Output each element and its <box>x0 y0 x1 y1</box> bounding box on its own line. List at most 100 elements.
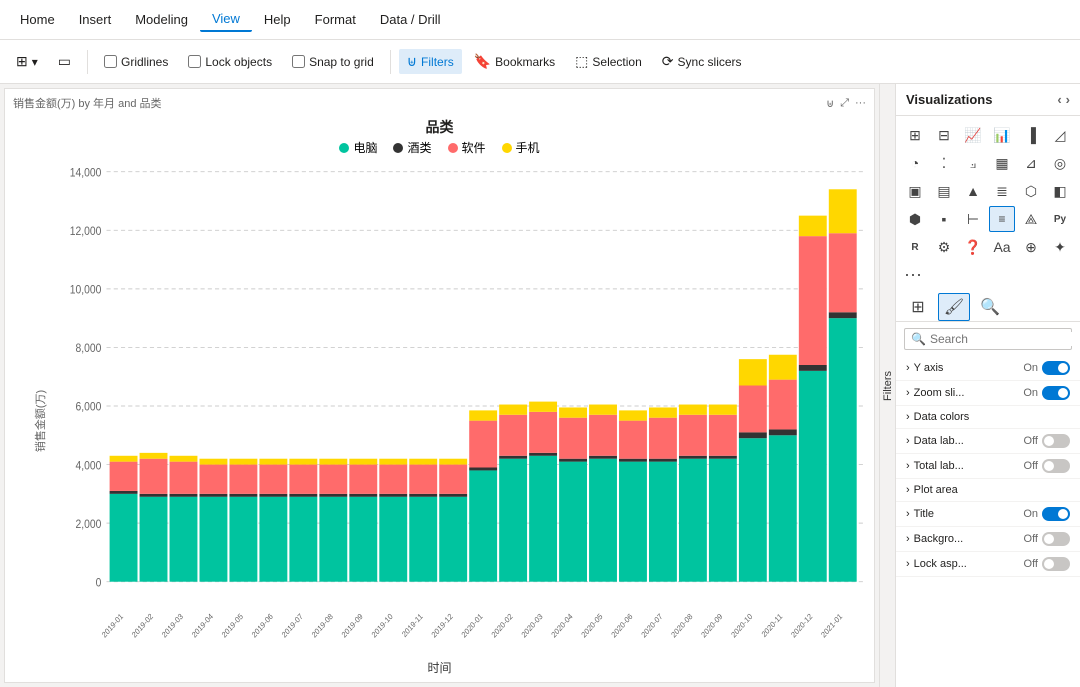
snap-to-grid-checkbox[interactable] <box>292 55 305 68</box>
search-input[interactable] <box>930 332 1080 346</box>
panel-back-icon[interactable]: ‹ <box>1057 92 1061 107</box>
prop-background-control[interactable]: Off <box>1024 532 1070 546</box>
prop-zoom-control[interactable]: On <box>1023 386 1070 400</box>
vis-tab-format[interactable]: 🖌 <box>938 293 970 321</box>
vis-tab-fields[interactable]: ⊞ <box>902 293 934 321</box>
total-labels-toggle[interactable] <box>1042 459 1070 473</box>
vis-icon-multirow-card[interactable]: ▤ <box>931 178 957 204</box>
svg-text:2019-06: 2019-06 <box>250 612 275 640</box>
vis-icon-treemap[interactable]: ▪ <box>931 206 957 232</box>
selection-button[interactable]: ⬚ Selection <box>567 49 650 74</box>
vis-icons-more[interactable]: ··· <box>896 260 1080 289</box>
gridlines-toggle[interactable]: Gridlines <box>96 51 176 73</box>
vis-icon-smart-narrative[interactable]: Aa <box>989 234 1015 260</box>
sync-slicers-button[interactable]: ⟳ Sync slicers <box>654 49 750 74</box>
prop-y-axis-control[interactable]: On <box>1023 361 1070 375</box>
vis-icon-shape-map[interactable]: ⬢ <box>902 206 928 232</box>
more-options-icon[interactable]: ··· <box>855 97 866 110</box>
vis-icon-matrix[interactable]: ⊟ <box>931 122 957 148</box>
y-axis-toggle[interactable] <box>1042 361 1070 375</box>
vis-icon-map[interactable]: ⬡ <box>1018 178 1044 204</box>
prop-zoom-slider[interactable]: › Zoom sli... On <box>896 381 1080 406</box>
lock-objects-checkbox[interactable] <box>188 55 201 68</box>
prop-background[interactable]: › Backgro... Off <box>896 527 1080 552</box>
vis-icon-table[interactable]: ⊞ <box>902 122 928 148</box>
vis-icon-r[interactable]: R <box>902 234 928 260</box>
vis-icon-funnel[interactable]: ⊿ <box>1018 150 1044 176</box>
title-toggle[interactable] <box>1042 507 1070 521</box>
menu-data-drill[interactable]: Data / Drill <box>368 8 453 31</box>
menu-modeling[interactable]: Modeling <box>123 8 200 31</box>
snap-to-grid-toggle[interactable]: Snap to grid <box>284 51 382 73</box>
prop-total-labels-control[interactable]: Off <box>1024 459 1070 473</box>
filters-tab-label[interactable]: Filters <box>880 363 896 409</box>
prop-y-axis[interactable]: › Y axis On <box>896 356 1080 381</box>
menu-format[interactable]: Format <box>303 8 368 31</box>
lock-aspect-toggle[interactable] <box>1042 557 1070 571</box>
bookmarks-button[interactable]: 🔖 Bookmarks <box>466 49 563 74</box>
svg-text:2019-10: 2019-10 <box>370 612 395 640</box>
menu-help[interactable]: Help <box>252 8 303 31</box>
menu-view[interactable]: View <box>200 7 252 32</box>
vis-icon-custom-2[interactable]: ✦ <box>1047 234 1073 260</box>
vis-icon-filled-map[interactable]: ◧ <box>1047 178 1073 204</box>
legend-dot-shouji <box>502 143 512 153</box>
vis-icon-python[interactable]: Py <box>1047 206 1073 232</box>
vis-icon-ribbon[interactable]: ⟁ <box>1018 206 1044 232</box>
prop-total-labels[interactable]: › Total lab... Off <box>896 454 1080 479</box>
vis-icon-waterfall[interactable]: ▦ <box>989 150 1015 176</box>
vis-icon-custom-1[interactable]: ⊕ <box>1018 234 1044 260</box>
vis-icon-bar[interactable]: 📊 <box>989 122 1015 148</box>
vis-icon-kpi[interactable]: ▲ <box>960 178 986 204</box>
vis-icon-gauge[interactable]: ◎ <box>1047 150 1073 176</box>
menu-home[interactable]: Home <box>8 8 67 31</box>
vis-icon-line[interactable]: 📈 <box>960 122 986 148</box>
page-view-dropdown: ▾ <box>32 55 38 69</box>
chart-legend: 电脑 酒类 软件 手机 <box>5 137 874 160</box>
vis-icon-area[interactable]: ◿ <box>1047 122 1073 148</box>
vis-icon-pie[interactable]: ◔ <box>902 150 928 176</box>
separator-2 <box>390 50 391 74</box>
vis-icon-qa[interactable]: ❓ <box>960 234 986 260</box>
svg-text:2020-11: 2020-11 <box>760 612 784 640</box>
prop-title-control[interactable]: On <box>1023 507 1070 521</box>
filters-button[interactable]: ⊎ Filters <box>399 49 462 74</box>
vis-icon-stacked-bar[interactable]: ≡ <box>989 206 1015 232</box>
svg-text:2020-05: 2020-05 <box>580 612 605 640</box>
prop-lock-aspect[interactable]: › Lock asp... Off <box>896 552 1080 577</box>
prop-title[interactable]: › Title On <box>896 502 1080 527</box>
vis-tab-analytics[interactable]: 🔍 <box>974 293 1006 321</box>
svg-text:2019-07: 2019-07 <box>280 612 305 640</box>
vis-icon-scatter[interactable]: ⁚ <box>931 150 957 176</box>
prop-lock-aspect-control[interactable]: Off <box>1024 557 1070 571</box>
gridlines-checkbox[interactable] <box>104 55 117 68</box>
vis-icon-card[interactable]: ▣ <box>902 178 928 204</box>
prop-lock-aspect-chevron: › <box>906 558 910 570</box>
lock-objects-toggle[interactable]: Lock objects <box>180 51 280 73</box>
vis-icon-slicer[interactable]: ≣ <box>989 178 1015 204</box>
panel-forward-icon[interactable]: › <box>1066 92 1070 107</box>
data-labels-toggle[interactable] <box>1042 434 1070 448</box>
prop-plot-area[interactable]: › Plot area <box>896 479 1080 502</box>
vis-icon-decomp-tree[interactable]: ⊢ <box>960 206 986 232</box>
legend-shouji: 手机 <box>502 139 540 156</box>
expand-icon[interactable]: ⤢ <box>840 97 849 110</box>
background-toggle[interactable] <box>1042 532 1070 546</box>
prop-data-labels-control[interactable]: Off <box>1024 434 1070 448</box>
mobile-layout-button[interactable]: ▭ <box>50 49 79 74</box>
vis-icon-combo[interactable]: ⟓ <box>960 150 986 176</box>
filter-icon[interactable]: ⊎ <box>826 97 834 110</box>
prop-data-colors[interactable]: › Data colors <box>896 406 1080 429</box>
legend-label-jiulei: 酒类 <box>407 139 431 156</box>
menu-insert[interactable]: Insert <box>67 8 124 31</box>
prop-background-label: › Backgro... <box>906 533 963 545</box>
page-view-button[interactable]: ⊞ ▾ <box>8 49 46 74</box>
svg-text:2020-12: 2020-12 <box>789 612 814 640</box>
svg-text:2020-08: 2020-08 <box>670 612 695 640</box>
prop-data-labels[interactable]: › Data lab... Off <box>896 429 1080 454</box>
chart-svg: 14,000 12,000 10,000 8,000 6,000 4,000 2… <box>60 160 866 652</box>
vis-icon-column[interactable]: ▐ <box>1018 122 1044 148</box>
zoom-toggle[interactable] <box>1042 386 1070 400</box>
vis-icon-ai-insights[interactable]: ⚙ <box>931 234 957 260</box>
filters-side-panel[interactable]: Filters <box>879 84 895 687</box>
